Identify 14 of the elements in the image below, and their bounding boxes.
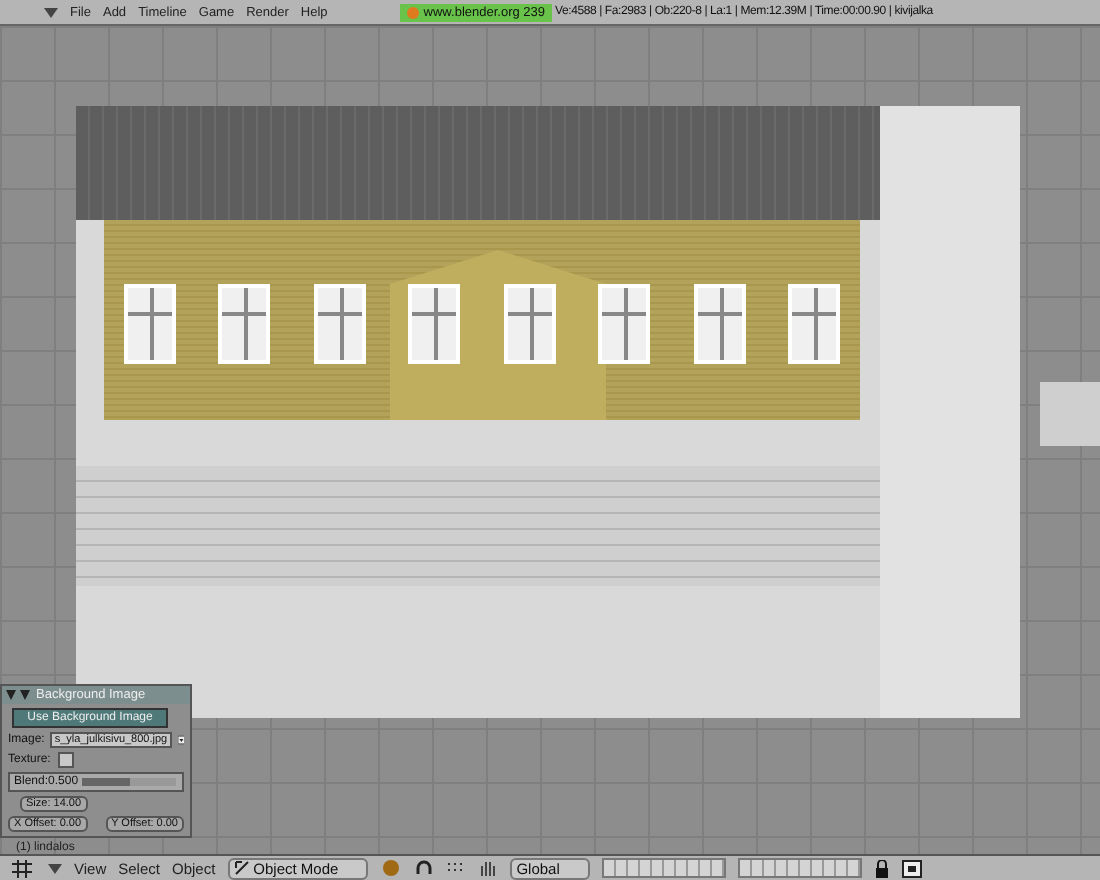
blender-logo-icon xyxy=(405,5,420,19)
render-icon[interactable] xyxy=(901,859,922,877)
collapse-icon[interactable] xyxy=(6,689,30,701)
dropdown-icon[interactable] xyxy=(177,732,184,748)
grid-icon[interactable] xyxy=(8,857,36,879)
object-mode-icon xyxy=(233,860,250,876)
square-block xyxy=(1040,382,1100,446)
texture-checkbox[interactable] xyxy=(58,752,74,768)
layer-buttons[interactable] xyxy=(737,858,862,878)
menu-toggle-icon[interactable] xyxy=(48,863,62,873)
dots-icon[interactable] xyxy=(446,860,467,876)
lock-icon[interactable] xyxy=(873,859,890,877)
menu-toggle-icon[interactable] xyxy=(44,7,58,17)
layer-buttons[interactable] xyxy=(601,858,726,878)
